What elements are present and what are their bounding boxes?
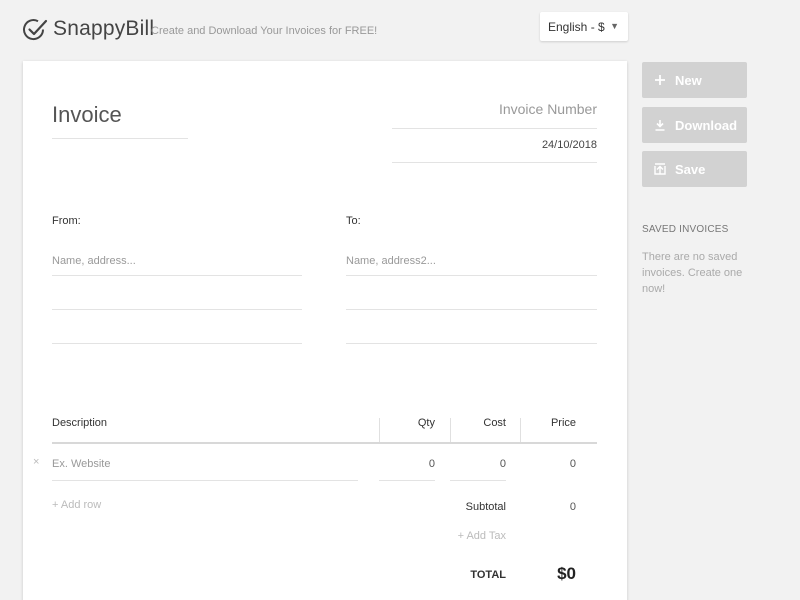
upload-icon bbox=[654, 163, 666, 175]
add-row-link[interactable]: + Add row bbox=[52, 499, 101, 511]
language-select-value: English - $ bbox=[548, 20, 605, 34]
invoice-date-field[interactable]: 24/10/2018 bbox=[392, 129, 597, 163]
invoice-title-field[interactable]: Invoice bbox=[52, 97, 188, 139]
row-cost-input[interactable]: 0 bbox=[450, 445, 506, 481]
from-address-line-3[interactable] bbox=[52, 310, 302, 344]
language-currency-select[interactable]: English - $ ▼ bbox=[540, 12, 628, 41]
from-address-line-2[interactable] bbox=[52, 276, 302, 310]
subtotal-value: 0 bbox=[569, 501, 576, 513]
saved-invoices-title: SAVED INVOICES bbox=[642, 224, 729, 235]
brand-name[interactable]: SnappyBill bbox=[53, 17, 154, 41]
row-description-input[interactable]: Ex. Website bbox=[52, 445, 358, 481]
download-button[interactable]: Download bbox=[642, 107, 747, 143]
qty-header: Qty bbox=[417, 417, 435, 429]
price-header: Price bbox=[550, 417, 576, 429]
download-button-label: Download bbox=[675, 117, 738, 133]
add-tax-link[interactable]: + Add Tax bbox=[423, 530, 506, 542]
check-circle-icon bbox=[23, 19, 48, 41]
brand-tagline: Create and Download Your Invoices for FR… bbox=[151, 25, 378, 37]
to-label: To: bbox=[346, 215, 361, 227]
new-button[interactable]: New bbox=[642, 62, 747, 98]
save-button[interactable]: Save bbox=[642, 151, 747, 187]
cost-header: Cost bbox=[483, 417, 506, 429]
from-address-line-1[interactable]: Name, address... bbox=[52, 242, 302, 276]
remove-row-icon[interactable]: × bbox=[33, 456, 39, 468]
table-header-divider bbox=[52, 442, 597, 444]
description-header: Description bbox=[52, 417, 108, 429]
row-qty-input[interactable]: 0 bbox=[379, 445, 435, 481]
to-address-line-3[interactable] bbox=[346, 310, 597, 344]
caret-down-icon: ▼ bbox=[610, 21, 619, 31]
save-button-label: Save bbox=[675, 161, 706, 177]
row-price-value: 0 bbox=[569, 458, 576, 470]
to-address-line-1[interactable]: Name, address2... bbox=[346, 242, 597, 276]
to-address-line-2[interactable] bbox=[346, 276, 597, 310]
total-label: TOTAL bbox=[470, 569, 506, 581]
subtotal-label: Subtotal bbox=[465, 501, 506, 513]
saved-invoices-empty-message: There are no saved invoices. Create one … bbox=[642, 251, 743, 295]
invoice-paper: Invoice Invoice Number 24/10/2018 From: … bbox=[23, 61, 627, 600]
plus-icon bbox=[654, 74, 666, 86]
from-label: From: bbox=[52, 215, 81, 227]
download-icon bbox=[654, 119, 666, 131]
total-value: $0 bbox=[557, 564, 576, 583]
new-button-label: New bbox=[675, 72, 702, 88]
invoice-number-field[interactable]: Invoice Number bbox=[392, 95, 597, 129]
